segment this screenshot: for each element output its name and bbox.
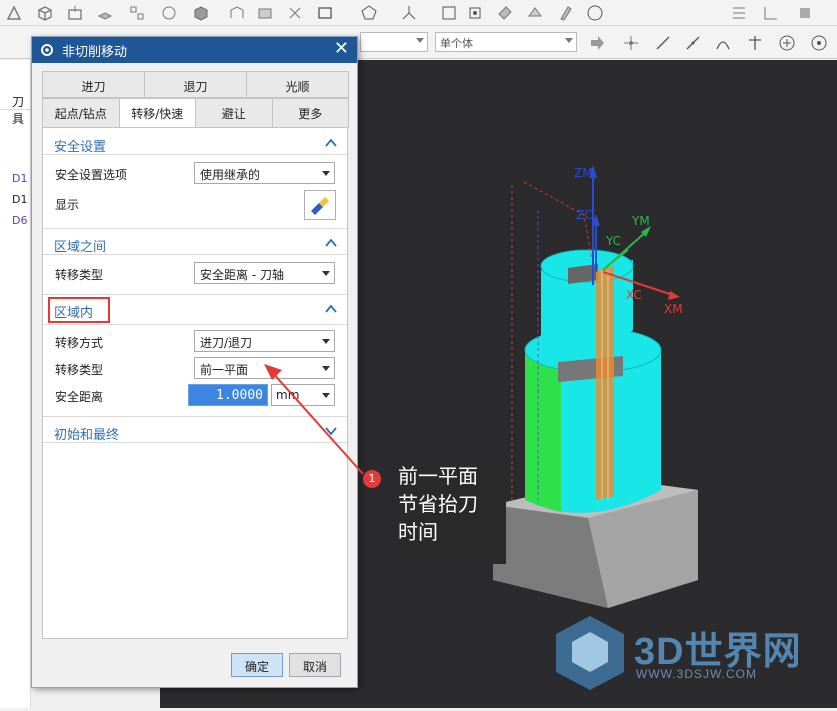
annotation-line: 节省抬刀 <box>398 492 478 516</box>
watermark-logo <box>556 616 624 690</box>
annotation-callout: 前一平面 节省抬刀 时间 <box>392 456 506 564</box>
watermark-url: WWW.3DSJW.COM <box>636 667 757 681</box>
annotation-badge: 1 <box>363 470 381 488</box>
annotation-line: 时间 <box>398 520 438 544</box>
annotation-arrow <box>264 364 364 475</box>
annotation-line: 前一平面 <box>398 464 478 488</box>
